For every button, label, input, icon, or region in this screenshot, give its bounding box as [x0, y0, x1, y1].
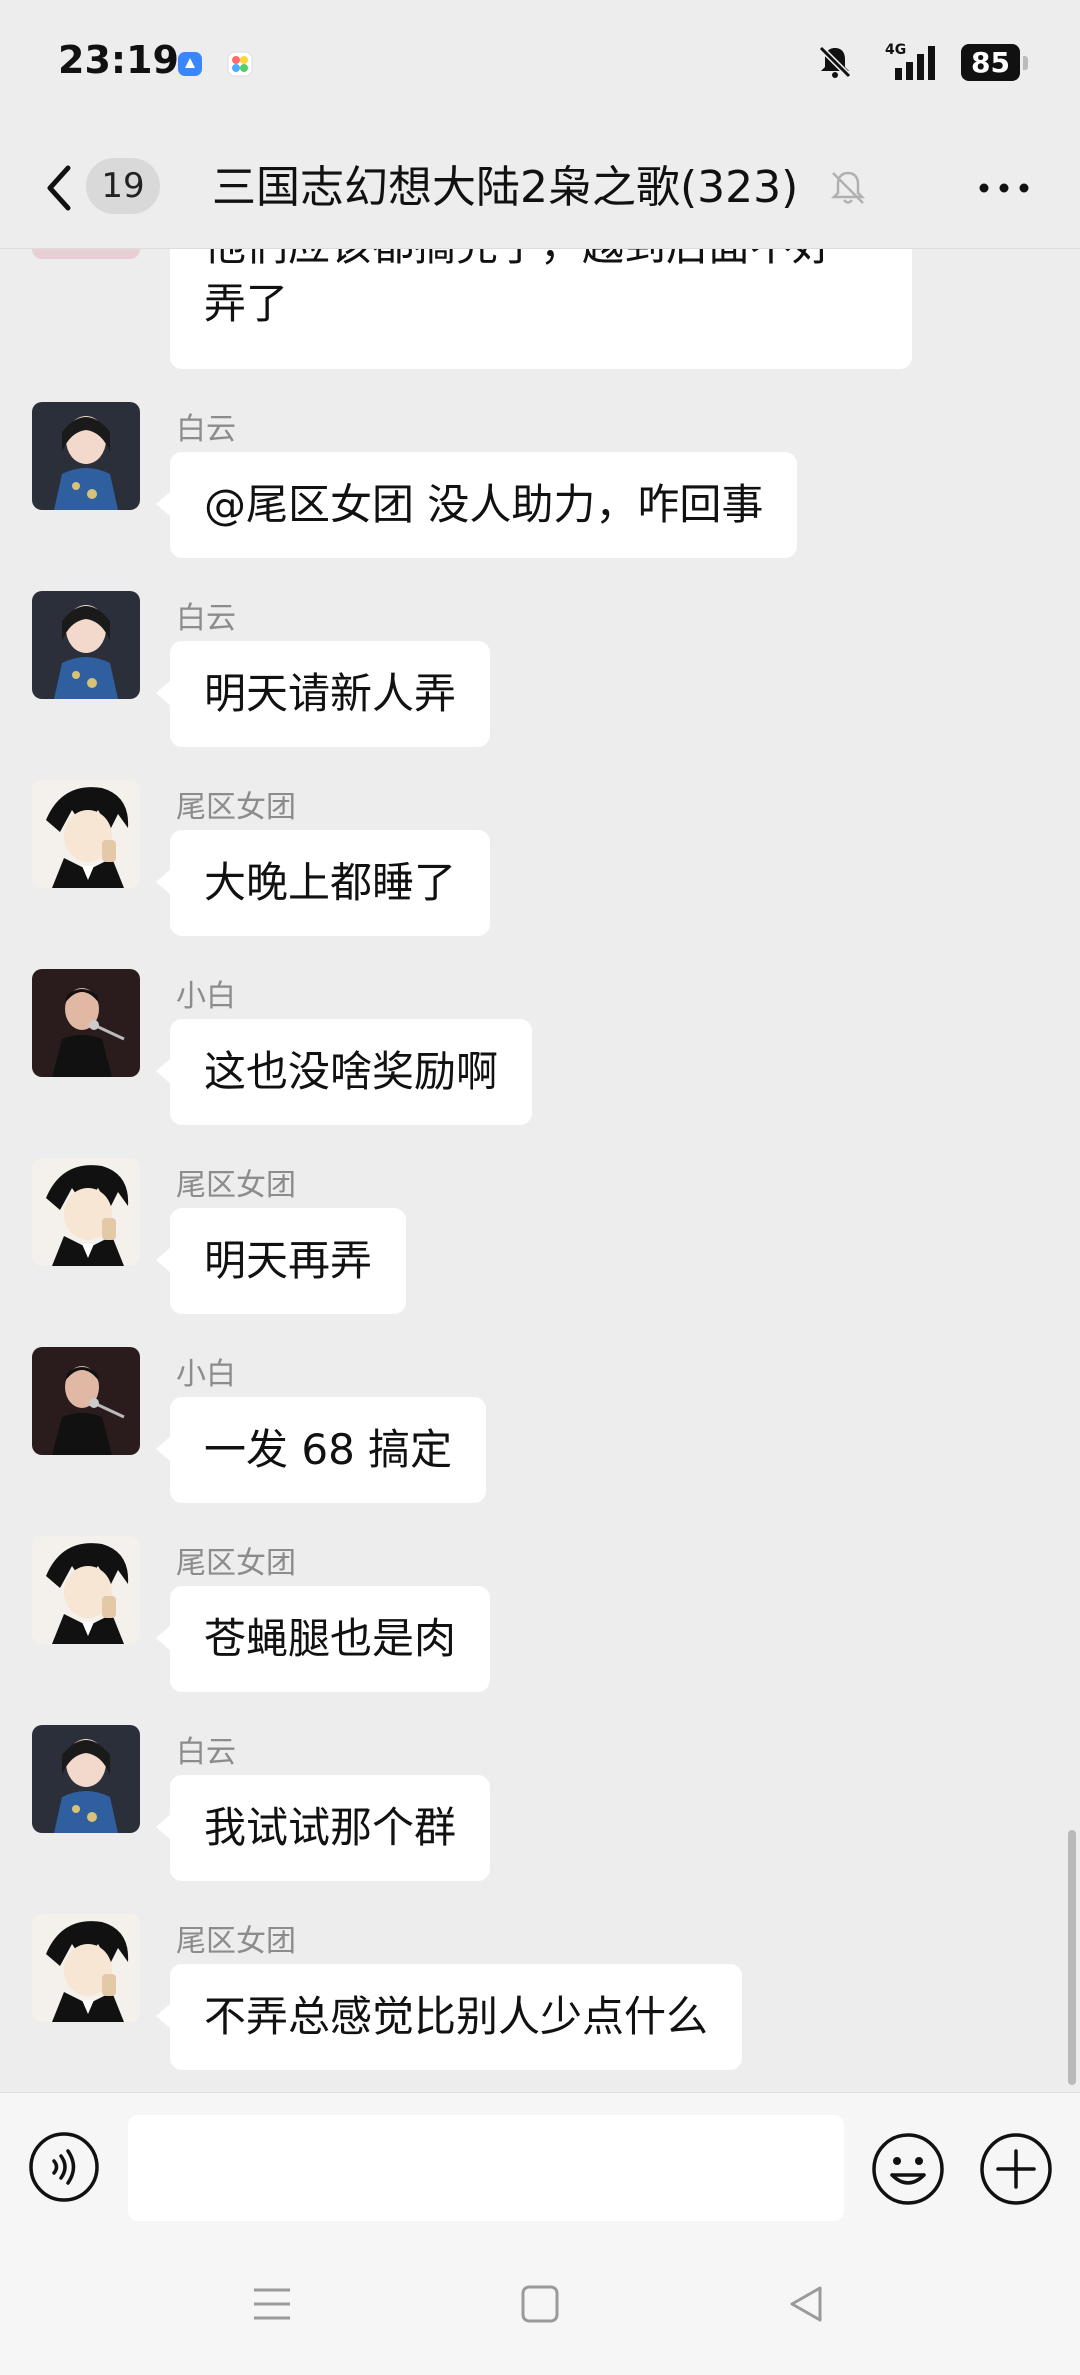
avatar[interactable] [32, 402, 140, 510]
colorful-app-icon [227, 51, 253, 77]
message-bubble[interactable]: @尾区女团 没人助力，咋回事 [155, 452, 798, 558]
status-bar: 23:19 4G 85 [0, 0, 1080, 130]
sender-name: 白云 [176, 601, 236, 636]
message-bubble[interactable]: 明天再弄 [155, 1208, 407, 1314]
sender-name: 尾区女团 [176, 790, 296, 825]
avatar[interactable] [32, 591, 140, 699]
status-time: 23:19 [58, 38, 179, 82]
sender-name: 白云 [176, 1735, 236, 1770]
message-bubble[interactable]: 一发 68 搞定 [155, 1397, 487, 1503]
avatar[interactable] [32, 969, 140, 1077]
avatar[interactable] [32, 1158, 140, 1266]
sender-name: 小白 [176, 979, 236, 1014]
avatar[interactable] [32, 249, 140, 259]
message-bubble[interactable]: 明天请新人弄 [155, 641, 491, 747]
system-nav-bar [0, 2232, 1080, 2375]
more-dots-icon[interactable] [974, 160, 1034, 216]
message-bubble[interactable]: 这也没啥奖励啊 [155, 1019, 533, 1125]
chat-header: 19 三国志幻想大陆2枭之歌(323) [0, 130, 1080, 249]
message-input[interactable] [128, 2115, 844, 2221]
scrollbar[interactable] [1068, 1830, 1076, 2085]
avatar[interactable] [32, 1347, 140, 1455]
unread-count-badge[interactable]: 19 [86, 158, 160, 214]
menu-icon[interactable] [248, 2282, 296, 2326]
emoji-icon[interactable] [870, 2131, 946, 2207]
avatar[interactable] [32, 1914, 140, 2022]
message-list[interactable]: 他们应该都搞完了，越到后面不好 弄了 白云 @尾区女团 没人助力，咋回事 白云 … [0, 249, 1080, 2091]
message-bubble[interactable]: 我试试那个群 [155, 1775, 491, 1881]
message-bubble[interactable]: 不弄总感觉比别人少点什么 [155, 1964, 743, 2070]
sender-name: 尾区女团 [176, 1168, 296, 1203]
message-bubble[interactable]: 苍蝇腿也是肉 [155, 1586, 491, 1692]
input-bar [0, 2092, 1080, 2233]
bell-muted-icon [830, 171, 866, 204]
message-text-line: 他们应该都搞完了，越到后面不好 [204, 249, 878, 275]
voice-icon[interactable] [28, 2131, 100, 2203]
message-bubble[interactable]: 大晚上都睡了 [155, 830, 491, 936]
home-square-icon[interactable] [516, 2282, 564, 2326]
avatar[interactable] [32, 780, 140, 888]
sender-name: 白云 [176, 412, 236, 447]
message-bubble[interactable]: 他们应该都搞完了，越到后面不好 弄了 [170, 249, 912, 369]
svg-text:4G: 4G [885, 42, 906, 58]
app-notification-icon [178, 52, 202, 76]
chevron-left-icon[interactable] [38, 158, 78, 218]
plus-icon[interactable] [978, 2131, 1054, 2207]
sender-name: 尾区女团 [176, 1546, 296, 1581]
bell-muted-icon [818, 45, 852, 79]
signal-4g-icon: 4G [885, 42, 936, 80]
back-triangle-icon[interactable] [782, 2282, 830, 2326]
avatar[interactable] [32, 1725, 140, 1833]
avatar[interactable] [32, 1536, 140, 1644]
sender-name: 小白 [176, 1357, 236, 1392]
sender-name: 尾区女团 [176, 1924, 296, 1959]
message-text-line: 弄了 [204, 279, 289, 328]
chat-title: 三国志幻想大陆2枭之歌(323) [212, 162, 799, 213]
battery-icon: 85 [961, 43, 1028, 81]
